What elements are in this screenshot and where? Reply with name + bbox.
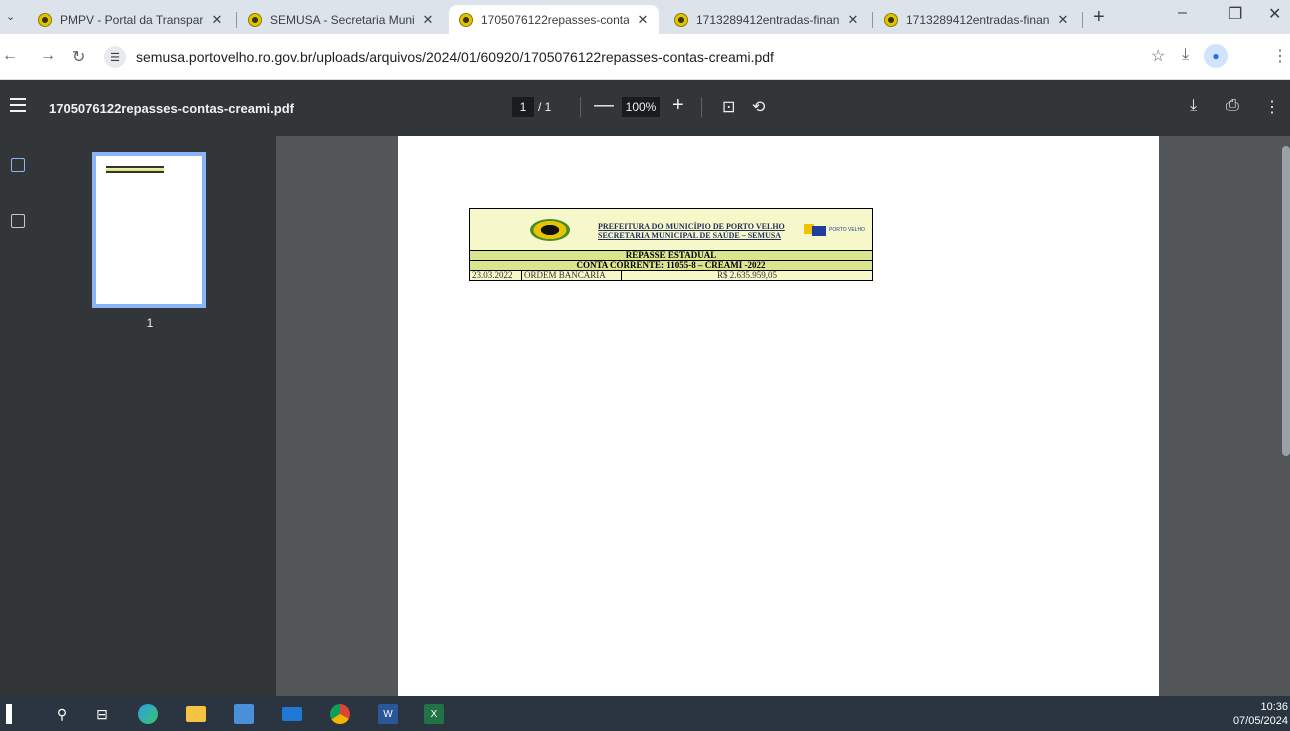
section-title: REPASSE ESTADUAL (469, 250, 873, 260)
tab-title: 1705076122repasses-contas (481, 12, 629, 27)
tab-title: PMPV - Portal da Transparên (60, 12, 203, 27)
page-number-input[interactable]: 1 (512, 97, 534, 117)
document-outline-icon[interactable] (11, 214, 25, 228)
downloads-icon[interactable]: ⤓ (1182, 46, 1189, 64)
chrome-icon[interactable] (330, 704, 350, 724)
profile-avatar-icon[interactable]: ● (1204, 44, 1228, 68)
tab-4[interactable]: 1713289412entradas-financ ✕ (664, 5, 869, 34)
file-explorer-icon[interactable] (186, 706, 206, 722)
row-amount: R$ 2.635.959,05 (716, 270, 777, 280)
bookmark-star-icon[interactable]: ☆ (1151, 46, 1165, 66)
reload-icon[interactable]: ↻ (72, 47, 85, 67)
page-thumbnail[interactable] (92, 152, 206, 308)
tab-close-icon[interactable]: ✕ (635, 12, 651, 28)
edge-icon[interactable] (138, 704, 158, 724)
tab-close-icon[interactable]: ✕ (420, 12, 436, 28)
tab-1[interactable]: PMPV - Portal da Transparên ✕ (28, 5, 233, 34)
tab-title: 1713289412entradas-financ (906, 12, 1049, 27)
address-bar[interactable]: ☰ semusa.portovelho.ro.gov.br/uploads/ar… (104, 40, 1140, 74)
porto-velho-logo: PORTO VELHO (804, 224, 874, 237)
store-icon[interactable] (234, 704, 254, 724)
page-total: / 1 (538, 100, 552, 114)
tab-separator (872, 12, 873, 28)
taskbar: ⚲ ⊟ W X 10:36 07/05/2024 (0, 696, 1290, 731)
table-header: PREFEITURA DO MUNICÍPIO DE PORTO VELHO S… (469, 208, 873, 250)
org-line-1: PREFEITURA DO MUNICÍPIO DE PORTO VELHO (598, 222, 785, 231)
logo-shape (812, 226, 826, 236)
tab-favicon-icon (248, 12, 262, 27)
tab-3-active[interactable]: 1705076122repasses-contas ✕ (449, 5, 659, 34)
account-line: CONTA CORRENTE: 11055-8 – CREAMI -2022 (469, 260, 873, 270)
pdf-title: 1705076122repasses-contas-creami.pdf (49, 101, 294, 116)
zoom-in-button[interactable]: + (672, 94, 684, 117)
pdf-page: PREFEITURA DO MUNICÍPIO DE PORTO VELHO S… (398, 136, 1159, 696)
row-type: ORDEM BANCÁRIA (522, 271, 622, 280)
download-icon[interactable]: ⤓ (1190, 97, 1197, 115)
site-info-icon[interactable]: ☰ (104, 46, 126, 68)
clock-date: 07/05/2024 (1232, 715, 1288, 727)
url-text[interactable]: semusa.portovelho.ro.gov.br/uploads/arqu… (136, 49, 774, 65)
document-viewport[interactable]: PREFEITURA DO MUNICÍPIO DE PORTO VELHO S… (276, 136, 1290, 696)
tab-separator (1082, 12, 1083, 28)
restore-button[interactable]: ❐ (1228, 4, 1242, 24)
toolbar-divider (701, 97, 702, 117)
browser-toolbar: ← → ↻ ☰ semusa.portovelho.ro.gov.br/uplo… (0, 34, 1290, 80)
thumbnail-content (106, 166, 164, 173)
tab-search-icon[interactable]: ⌄ (6, 10, 15, 23)
mail-icon[interactable] (282, 707, 302, 721)
tab-favicon-icon (38, 12, 52, 27)
org-line-2: SECRETARIA MUNICIPAL DE SAÚDE – SEMUSA (598, 231, 782, 240)
tab-title: 1713289412entradas-financ (696, 12, 839, 27)
table-row: 23.03.2022 ORDEM BANCÁRIA R$ 2.635.959,0… (469, 270, 873, 281)
tab-favicon-icon (674, 12, 688, 27)
thumbnail-page-number: 1 (146, 316, 154, 330)
tab-close-icon[interactable]: ✕ (209, 12, 225, 28)
tab-title: SEMUSA - Secretaria Municip (270, 12, 414, 27)
excel-icon[interactable]: X (424, 704, 444, 724)
tab-strip: ⌄ PMPV - Portal da Transparên ✕ SEMUSA -… (0, 0, 1290, 34)
scrollbar-thumb[interactable] (1282, 146, 1290, 456)
pdf-more-icon[interactable]: ⋮ (1264, 97, 1280, 117)
rotate-icon[interactable]: ⟲ (752, 97, 765, 117)
zoom-input[interactable]: 100% (622, 97, 660, 117)
forward-icon[interactable]: → (40, 47, 56, 65)
system-clock[interactable]: 10:36 07/05/2024 (1233, 700, 1288, 728)
tab-separator (236, 12, 237, 28)
browser-menu-icon[interactable]: ⋮ (1272, 46, 1288, 66)
close-window-button[interactable]: ✕ (1268, 4, 1281, 24)
repasse-table: PREFEITURA DO MUNICÍPIO DE PORTO VELHO S… (469, 208, 873, 281)
start-button[interactable] (6, 704, 12, 724)
zoom-out-button[interactable]: — (594, 94, 614, 117)
thumbnail-sidebar: 1 (0, 136, 276, 696)
thumbnails-view-icon[interactable] (11, 158, 25, 172)
row-date: 23.03.2022 (470, 271, 522, 280)
tab-close-icon[interactable]: ✕ (1055, 12, 1071, 28)
tab-5[interactable]: 1713289412entradas-financ ✕ (874, 5, 1079, 34)
logo-text: PORTO VELHO (829, 227, 865, 233)
task-view-icon[interactable]: ⊟ (92, 704, 112, 724)
municipal-emblem-icon (530, 219, 570, 241)
tab-favicon-icon (459, 12, 473, 27)
clock-time: 10:36 (1260, 701, 1288, 713)
new-tab-button[interactable]: + (1093, 6, 1105, 29)
tab-2[interactable]: SEMUSA - Secretaria Municip ✕ (238, 5, 444, 34)
pdf-toolbar: 1705076122repasses-contas-creami.pdf 1 /… (0, 80, 1290, 136)
toolbar-divider (580, 97, 581, 117)
sidebar-toggle-icon[interactable] (10, 98, 26, 112)
back-icon[interactable]: ← (2, 47, 18, 65)
minimize-button[interactable]: – (1178, 4, 1187, 22)
word-icon[interactable]: W (378, 704, 398, 724)
tab-favicon-icon (884, 12, 898, 27)
print-icon[interactable]: ⎙ (1226, 97, 1239, 115)
search-icon[interactable]: ⚲ (52, 704, 72, 724)
fit-page-icon[interactable]: ⊡ (722, 97, 735, 117)
tab-close-icon[interactable]: ✕ (845, 12, 861, 28)
